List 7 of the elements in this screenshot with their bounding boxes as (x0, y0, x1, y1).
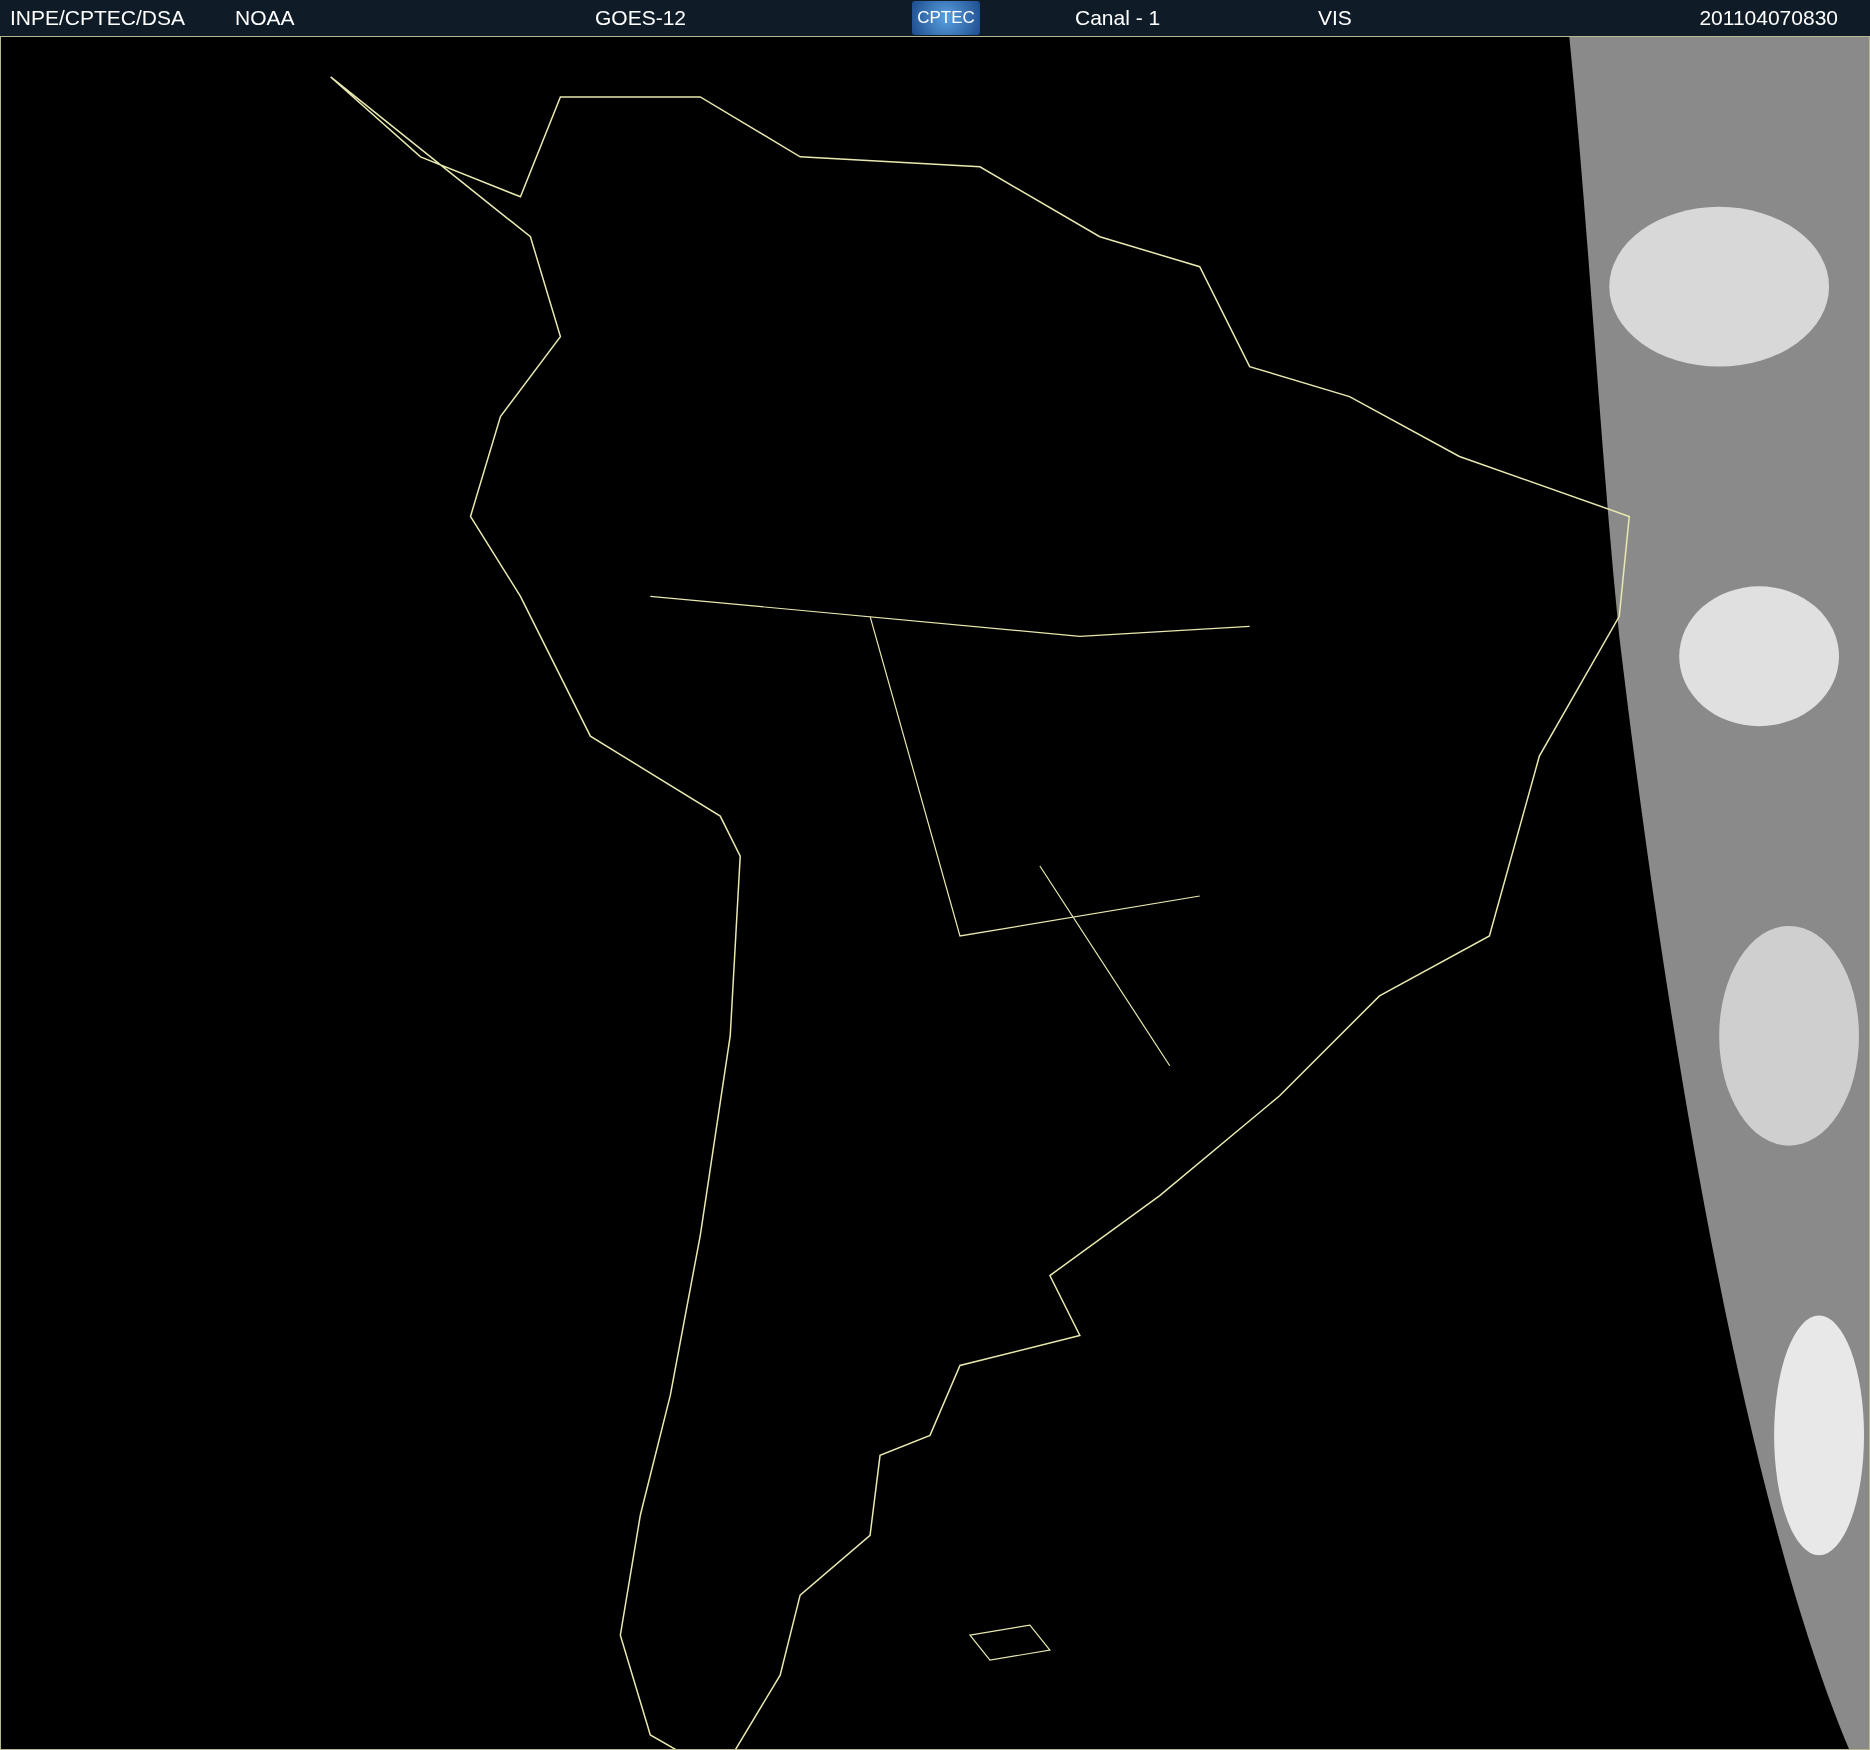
header-label: Canal - 1 (1075, 6, 1161, 30)
header-label: INPE/CPTEC/DSA (9, 6, 186, 30)
header-label: NOAA (235, 6, 295, 30)
header-label: VIS (1318, 6, 1352, 30)
header-label: GOES-12 (595, 6, 687, 30)
header-label: 201104070830 (1699, 6, 1839, 30)
logo: CPTEC (912, 1, 980, 35)
